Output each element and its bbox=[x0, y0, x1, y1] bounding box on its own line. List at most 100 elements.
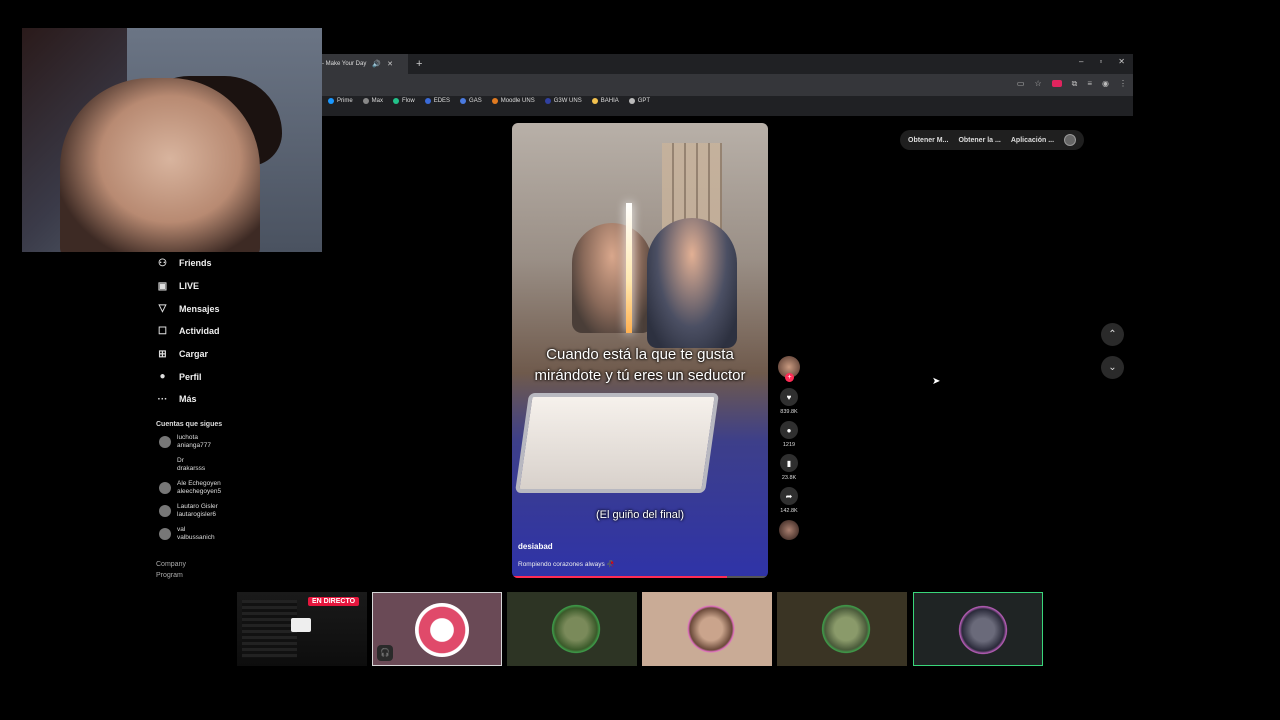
sidebar: ⚇ Friends ▣ LIVE ▽ Mensajes ☐ Actividad ⊞ Cargar ●… bbox=[156, 252, 316, 579]
video-caption: Cuando está la que te gusta mirándote y … bbox=[534, 346, 746, 384]
sidebar-item-ms[interactable]: ··· Más bbox=[156, 388, 316, 411]
bookmark-item[interactable]: BAHIA bbox=[591, 98, 619, 104]
get-app-button[interactable]: Obtener la ... bbox=[958, 137, 1000, 144]
friends-icon: ⚇ bbox=[158, 257, 167, 269]
account-handle: lautarogisler6 bbox=[177, 511, 217, 519]
address-bar[interactable]: ▭ ☆ ⧉ ≡ ◉ ⋮ bbox=[322, 74, 1133, 96]
video-progress-bar[interactable] bbox=[512, 576, 768, 578]
sidebar-item-perfil[interactable]: ● Perfil bbox=[156, 365, 316, 388]
extensions-icon[interactable]: ⧉ bbox=[1072, 79, 1078, 89]
bookmark-item[interactable]: EDES bbox=[424, 98, 451, 104]
bookmark-item[interactable]: Flow bbox=[393, 98, 415, 104]
bookmark-label: Moodle UNS bbox=[500, 98, 535, 104]
chevron-up-icon: ⌃ bbox=[1108, 329, 1117, 340]
music-disc[interactable] bbox=[779, 520, 799, 540]
profile-icon: ● bbox=[159, 371, 166, 383]
account-handle: aleechegoyen5 bbox=[177, 488, 222, 496]
chevron-down-icon: ⌄ bbox=[1108, 362, 1117, 373]
bookmark-label: GAS bbox=[469, 98, 482, 104]
save-button[interactable]: ▮ bbox=[780, 454, 798, 472]
bookmark-favicon-icon bbox=[424, 98, 431, 104]
save-count: 23.8K bbox=[781, 475, 797, 481]
account-text: val valbussanich bbox=[177, 526, 215, 542]
account-text: Dr drakarsss bbox=[177, 457, 205, 473]
creator-avatar[interactable]: + bbox=[778, 356, 800, 382]
close-tab-icon[interactable]: ✕ bbox=[387, 60, 393, 68]
extension-red-icon[interactable] bbox=[1051, 80, 1062, 87]
sidebar-item-label: Cargar bbox=[179, 349, 209, 360]
bookmark-label: EDES bbox=[433, 98, 451, 104]
account-name: val bbox=[177, 526, 186, 534]
bookmark-icon: ▮ bbox=[786, 458, 792, 468]
bookmark-item[interactable]: Prime bbox=[328, 98, 353, 104]
bookmark-label: G3W UNS bbox=[553, 98, 582, 104]
bookmark-favicon-icon bbox=[328, 98, 334, 104]
account-handle: anianga777 bbox=[177, 442, 211, 450]
streamer-video bbox=[60, 78, 260, 252]
sidebar-item-label: Friends bbox=[179, 258, 212, 269]
sidebar-item-live[interactable]: ▣ LIVE bbox=[156, 275, 316, 298]
browser-tab[interactable]: - Make Your Day 🔊 ✕ bbox=[322, 54, 408, 74]
video-username[interactable]: desiabad bbox=[518, 542, 553, 551]
speaker-icon[interactable]: 🔊 bbox=[372, 60, 381, 68]
menu-icon[interactable]: ⋮ bbox=[1119, 79, 1127, 89]
live-badge: EN DIRECTO bbox=[308, 597, 360, 606]
new-tab-button[interactable]: + bbox=[416, 58, 422, 70]
headset-icon: 🎧 bbox=[377, 645, 393, 661]
action-column: + ♥ 839.8K ● 1219 ▮ 23.8K ➦ 142.8K bbox=[776, 356, 802, 540]
get-coins-button[interactable]: Obtener M... bbox=[908, 137, 948, 144]
account-name: luchota bbox=[177, 434, 198, 442]
activity-icon: ☐ bbox=[158, 325, 167, 337]
cast-icon[interactable]: ▭ bbox=[1017, 79, 1025, 89]
account-name: Ale Echegoyen bbox=[177, 480, 221, 488]
avatar bbox=[159, 436, 171, 449]
close-window-button[interactable]: ✕ bbox=[1118, 57, 1125, 66]
previous-video-button[interactable]: ⌃ bbox=[1101, 323, 1124, 346]
app-download-button[interactable]: Aplicación ... bbox=[1011, 137, 1054, 144]
bookmark-item[interactable]: GPT bbox=[628, 98, 650, 104]
followed-account[interactable]: Lautaro Gisler lautarogisler6 bbox=[156, 503, 316, 520]
share-button[interactable]: ➦ bbox=[780, 487, 798, 505]
bookmark-item[interactable]: GAS bbox=[460, 98, 482, 104]
like-button[interactable]: ♥ bbox=[780, 388, 798, 406]
footer-program-link[interactable]: Program bbox=[156, 572, 316, 579]
next-video-button[interactable]: ⌄ bbox=[1101, 356, 1124, 379]
mouse-cursor-icon: ➤ bbox=[932, 376, 941, 387]
avatar bbox=[159, 459, 171, 471]
footer-company-link[interactable]: Company bbox=[156, 561, 316, 568]
bookmark-item[interactable]: Moodle UNS bbox=[491, 98, 535, 104]
followed-account[interactable]: luchota anianga777 bbox=[156, 434, 316, 451]
follow-plus-icon[interactable]: + bbox=[785, 373, 794, 382]
cake-image bbox=[514, 393, 720, 493]
sidebar-item-mensajes[interactable]: ▽ Mensajes bbox=[156, 297, 316, 320]
restore-button[interactable]: ▫ bbox=[1099, 57, 1102, 66]
sidebar-item-cargar[interactable]: ⊞ Cargar bbox=[156, 343, 316, 366]
sidebar-item-friends[interactable]: ⚇ Friends bbox=[156, 252, 316, 275]
comment-button[interactable]: ● bbox=[780, 421, 798, 439]
video-progress-fill bbox=[512, 576, 728, 578]
account-text: luchota anianga777 bbox=[177, 434, 211, 450]
sidebar-item-label: Mensajes bbox=[179, 303, 220, 314]
user-avatar[interactable] bbox=[1064, 134, 1077, 146]
more-icon: ··· bbox=[157, 393, 168, 405]
followed-account[interactable]: Dr drakarsss bbox=[156, 457, 316, 474]
comment-count: 1219 bbox=[782, 442, 796, 448]
avatar bbox=[819, 602, 873, 656]
account-handle: drakarsss bbox=[177, 465, 206, 473]
video-description: Rompiendo corazones always 🥀 bbox=[518, 561, 615, 568]
followed-account[interactable]: Ale Echegoyen aleechegoyen5 bbox=[156, 480, 316, 497]
video-player[interactable]: Cuando está la que te gusta mirándote y … bbox=[512, 123, 768, 578]
viewer-tile bbox=[507, 592, 637, 666]
minimize-button[interactable]: – bbox=[1079, 57, 1083, 66]
star-icon[interactable]: ☆ bbox=[1034, 79, 1041, 89]
followed-account[interactable]: val valbussanich bbox=[156, 526, 316, 543]
bookmark-favicon-icon bbox=[393, 98, 400, 104]
media-icon[interactable]: ≡ bbox=[1087, 79, 1092, 89]
bookmark-item[interactable]: Max bbox=[362, 98, 383, 104]
bookmark-item[interactable]: G3W UNS bbox=[544, 98, 582, 104]
sidebar-item-actividad[interactable]: ☐ Actividad bbox=[156, 320, 316, 343]
profile-avatar-icon[interactable]: ◉ bbox=[1102, 79, 1109, 89]
webcam-overlay bbox=[22, 28, 322, 252]
sidebar-item-label: Actividad bbox=[179, 326, 220, 337]
viewer-tile bbox=[642, 592, 772, 666]
